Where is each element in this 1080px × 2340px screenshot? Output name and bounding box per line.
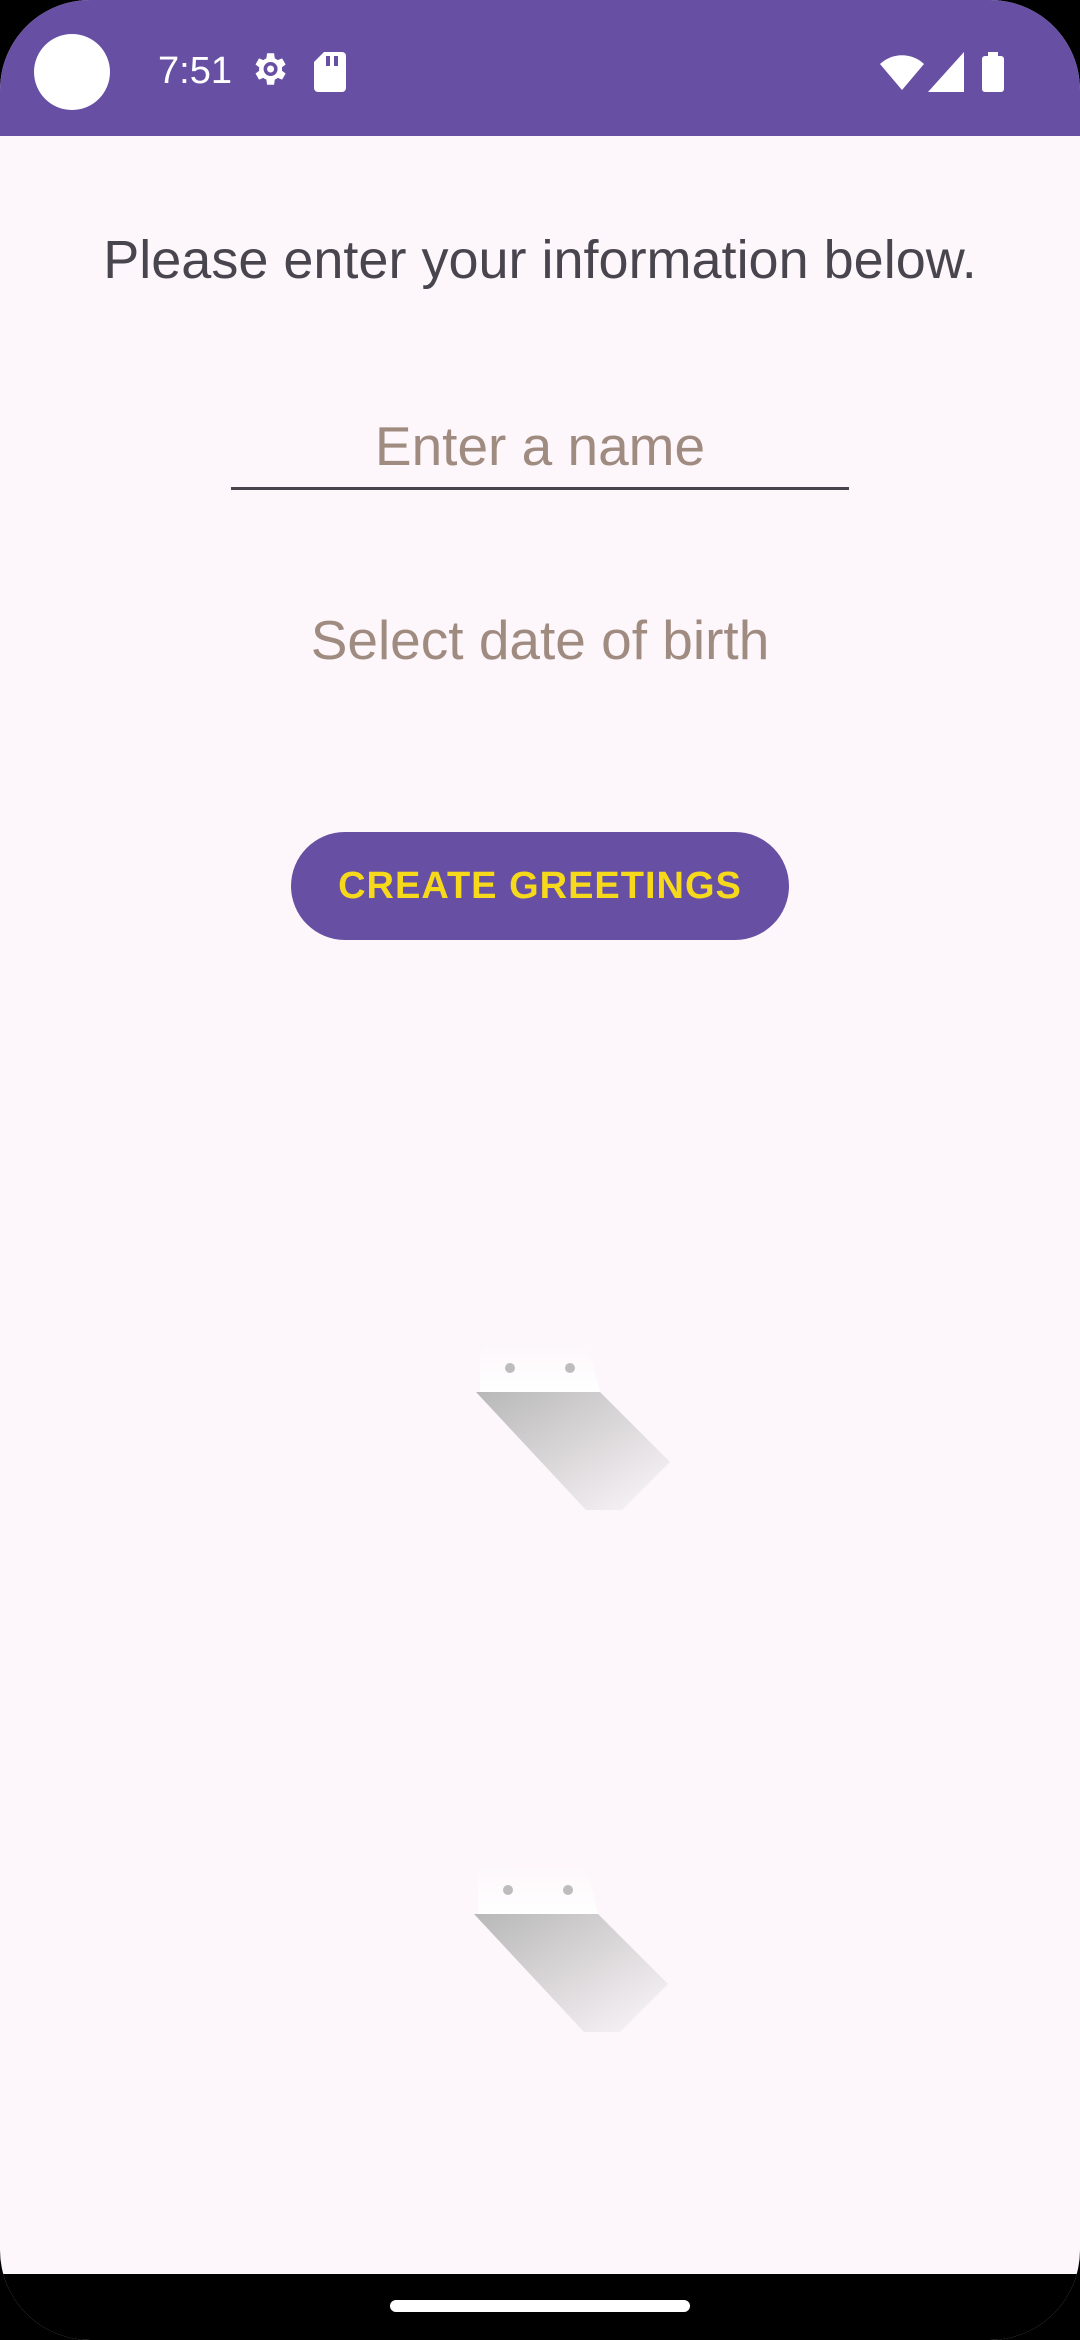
battery-icon	[982, 52, 1004, 92]
dob-label[interactable]: Select date of birth	[311, 609, 770, 671]
name-input[interactable]	[231, 408, 849, 484]
wifi-icon	[880, 55, 924, 90]
create-greetings-button[interactable]: CREATE GREETINGS	[291, 832, 789, 940]
intro-text: Please enter your information below.	[103, 230, 977, 290]
calendar-illustration	[474, 1866, 668, 2032]
sd-card-icon	[314, 52, 346, 92]
camera-cutout	[34, 34, 110, 110]
name-field[interactable]	[231, 408, 849, 490]
home-indicator[interactable]	[390, 2300, 690, 2312]
status-bar: 7:51	[0, 0, 1080, 136]
app-screen: 7:51 Please enter your information below…	[0, 0, 1080, 2340]
status-time: 7:51	[158, 50, 232, 92]
cell-signal-icon	[928, 52, 964, 92]
dob-selector[interactable]: Select date of birth	[0, 604, 1080, 676]
gear-icon	[255, 53, 286, 85]
calendar-illustration	[476, 1344, 670, 1510]
